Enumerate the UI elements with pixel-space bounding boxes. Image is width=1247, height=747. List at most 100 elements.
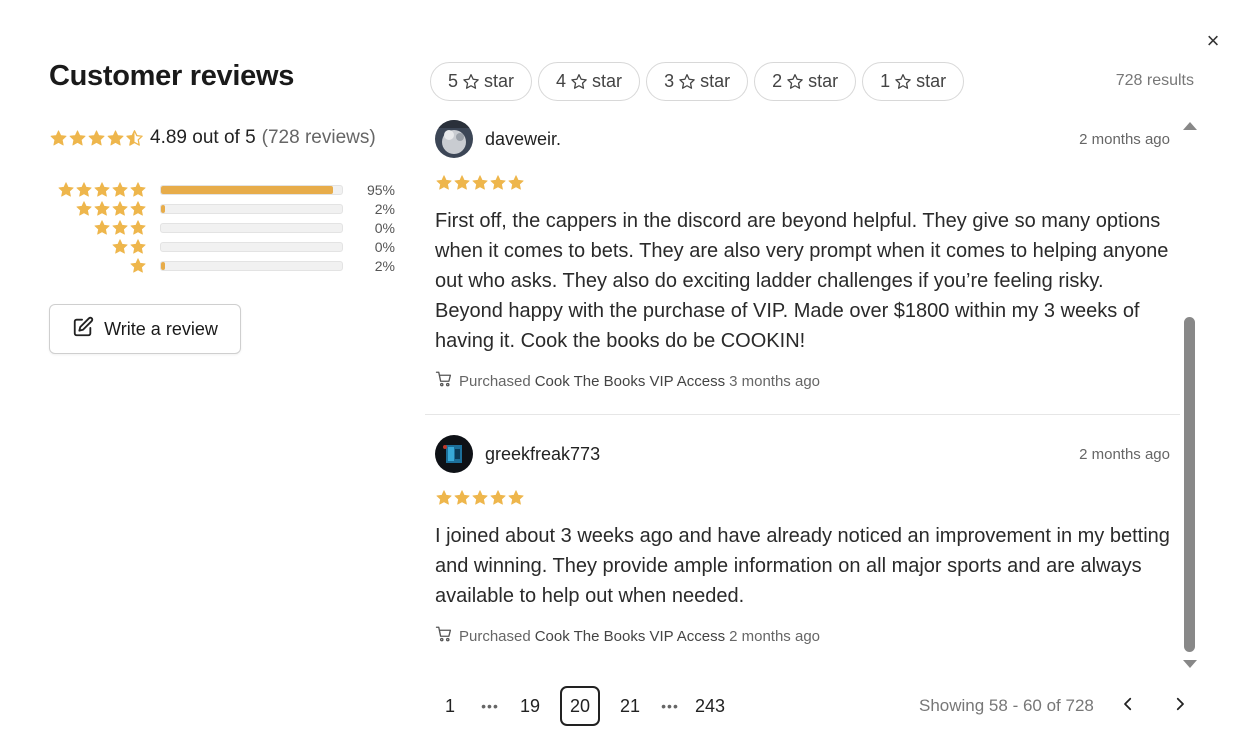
filter-number: 2 bbox=[772, 71, 783, 91]
purchase-prefix: Purchased bbox=[459, 372, 531, 390]
distribution-stars bbox=[49, 181, 147, 199]
purchase-time: 2 months ago bbox=[729, 627, 821, 645]
purchased-product: Cook The Books VIP Access bbox=[534, 372, 726, 390]
filter-number: 3 bbox=[664, 71, 675, 91]
star-icon bbox=[93, 200, 111, 218]
scroll-up-arrow[interactable] bbox=[1183, 122, 1197, 130]
page-1[interactable]: 1 bbox=[430, 686, 470, 726]
review-list[interactable]: daveweir. 2 months ago First off, the capp… bbox=[425, 118, 1180, 664]
filter-3-star[interactable]: 3 star bbox=[646, 62, 749, 101]
star-icon bbox=[57, 181, 75, 199]
page-19[interactable]: 19 bbox=[510, 686, 550, 726]
prev-page-button[interactable] bbox=[1114, 692, 1142, 720]
star-icon bbox=[129, 238, 147, 256]
filter-label: star bbox=[484, 71, 515, 91]
average-rating-text: 4.89 out of 5 bbox=[150, 127, 256, 148]
scroll-down-arrow[interactable] bbox=[1183, 660, 1197, 668]
star-icon bbox=[453, 489, 471, 507]
star-outline-icon bbox=[894, 73, 912, 91]
star-icon bbox=[129, 200, 147, 218]
distribution-stars bbox=[49, 257, 147, 275]
star-filter-group: 5 star 4 star 3 star 2 star 1 star bbox=[430, 62, 965, 101]
review-count: (728 reviews) bbox=[261, 127, 376, 148]
star-icon bbox=[75, 181, 93, 199]
write-review-label: Write a review bbox=[104, 318, 218, 339]
star-outline-icon bbox=[570, 73, 588, 91]
purchase-prefix: Purchased bbox=[459, 627, 531, 645]
star-icon bbox=[111, 238, 129, 256]
star-icon bbox=[507, 489, 525, 507]
chevron-right-icon bbox=[1171, 695, 1189, 718]
filter-number: 5 bbox=[448, 71, 459, 91]
star-icon bbox=[111, 181, 129, 199]
distribution-bar bbox=[160, 241, 343, 252]
star-icon bbox=[49, 129, 68, 148]
distribution-percent: 2% bbox=[374, 201, 395, 218]
star-icon bbox=[129, 219, 147, 237]
distribution-row-1-star: 2% bbox=[49, 256, 395, 275]
distribution-bar-fill bbox=[161, 261, 165, 270]
star-icon bbox=[435, 489, 453, 507]
purchased-product: Cook The Books VIP Access bbox=[534, 627, 726, 645]
page-21[interactable]: 21 bbox=[610, 686, 650, 726]
rating-distribution: 95% 2% 0% 0% 2% bbox=[49, 181, 395, 275]
filter-label: star bbox=[808, 71, 839, 91]
distribution-percent: 0% bbox=[374, 238, 395, 255]
filter-1-star[interactable]: 1 star bbox=[862, 62, 965, 101]
close-icon: × bbox=[1206, 28, 1220, 53]
purchase-info: Purchased Cook The Books VIP Access 3 mont… bbox=[435, 370, 1170, 392]
reviewer-name: daveweir. bbox=[485, 128, 562, 149]
purchase-time: 3 months ago bbox=[729, 372, 821, 390]
review-rating-stars bbox=[435, 489, 1170, 507]
review-header: greekfreak773 2 months ago bbox=[435, 435, 1170, 473]
star-icon bbox=[471, 174, 489, 192]
filter-5-star[interactable]: 5 star bbox=[430, 62, 533, 101]
review-body: First off, the cappers in the discord ar… bbox=[435, 210, 1169, 352]
star-outline-icon bbox=[678, 73, 696, 91]
distribution-row-4-star: 2% bbox=[49, 200, 395, 219]
close-button[interactable]: × bbox=[1203, 30, 1223, 52]
star-icon bbox=[129, 181, 147, 199]
review-body: I joined about 3 weeks ago and have alre… bbox=[435, 525, 1170, 607]
average-rating-stars bbox=[49, 129, 144, 148]
next-page-button[interactable] bbox=[1166, 692, 1194, 720]
star-icon bbox=[111, 219, 129, 237]
filter-2-star[interactable]: 2 star bbox=[754, 62, 857, 101]
write-review-button[interactable]: Write a review bbox=[49, 304, 241, 354]
distribution-bar bbox=[160, 260, 343, 271]
distribution-percent: 0% bbox=[374, 219, 395, 236]
star-icon bbox=[435, 174, 453, 192]
distribution-row-5-star: 95% bbox=[49, 181, 395, 200]
page-20-current[interactable]: 20 bbox=[560, 686, 600, 726]
review-list-scrollbar[interactable] bbox=[1181, 118, 1198, 672]
cart-icon bbox=[435, 625, 453, 647]
star-icon bbox=[75, 200, 93, 218]
pagination: 1 ••• 19 20 21 ••• 243 bbox=[430, 686, 730, 726]
showing-range: Showing 58 - 60 of 728 bbox=[919, 696, 1094, 715]
distribution-bar bbox=[160, 204, 343, 215]
distribution-bar bbox=[160, 222, 343, 233]
reviewer-name: greekfreak773 bbox=[485, 443, 601, 464]
scrollbar-thumb[interactable] bbox=[1184, 317, 1195, 652]
star-icon bbox=[106, 129, 125, 148]
star-icon bbox=[507, 174, 525, 192]
filter-4-star[interactable]: 4 star bbox=[538, 62, 641, 101]
star-icon bbox=[471, 489, 489, 507]
star-icon bbox=[129, 257, 147, 275]
star-icon bbox=[489, 174, 507, 192]
filter-number: 1 bbox=[880, 71, 891, 91]
star-icon bbox=[489, 489, 507, 507]
distribution-bar bbox=[160, 185, 343, 196]
chevron-left-icon bbox=[1119, 695, 1137, 718]
star-icon bbox=[68, 129, 87, 148]
distribution-stars bbox=[49, 238, 147, 256]
avatar bbox=[435, 435, 473, 473]
filter-number: 4 bbox=[556, 71, 567, 91]
review-date: 2 months ago bbox=[1079, 130, 1170, 148]
page-243[interactable]: 243 bbox=[690, 686, 730, 726]
distribution-bar-fill bbox=[161, 186, 333, 195]
distribution-percent: 95% bbox=[366, 182, 395, 199]
star-outline-icon bbox=[786, 73, 804, 91]
star-icon bbox=[87, 129, 106, 148]
half-star-icon bbox=[125, 129, 144, 148]
